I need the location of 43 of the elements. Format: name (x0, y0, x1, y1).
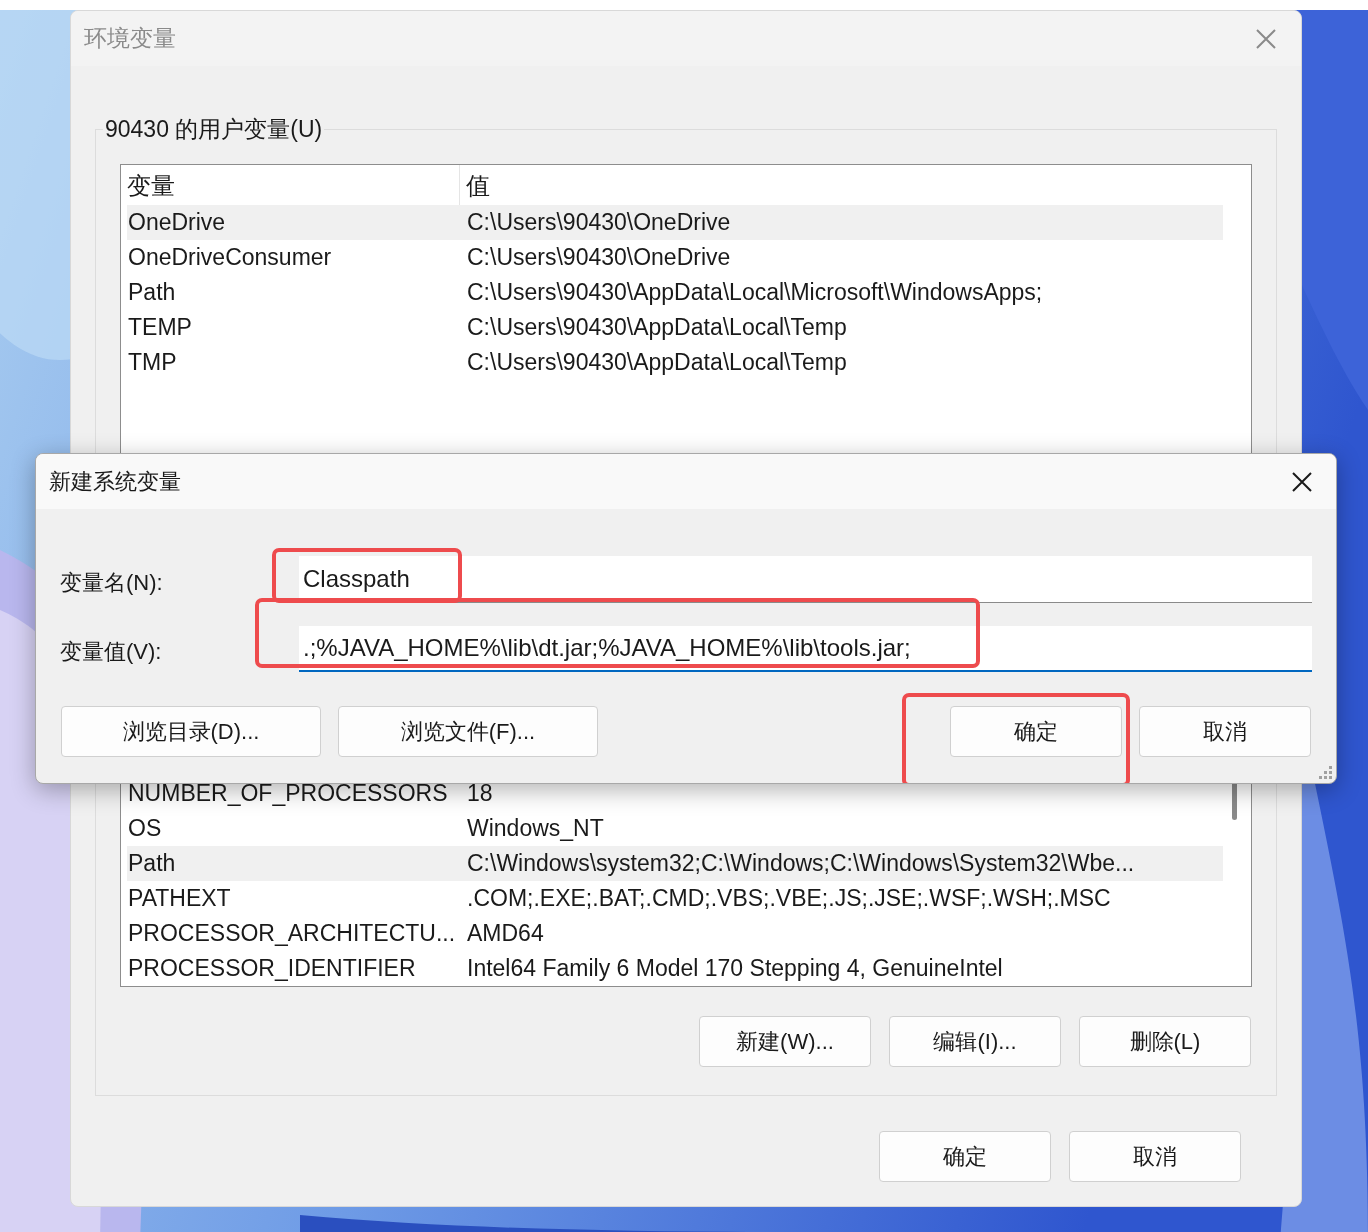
variable-name: Path (127, 849, 177, 878)
dialog-title: 新建系统变量 (49, 467, 181, 496)
variable-value: C:\Users\90430\AppData\Local\Temp (466, 313, 847, 342)
variable-name: OS (127, 814, 163, 843)
variable-name: OneDriveConsumer (127, 243, 333, 272)
group-label: 90430 的用户变量(U) (104, 115, 324, 144)
variable-value: C:\Users\90430\OneDrive (466, 208, 731, 237)
variable-value: C:\Windows\system32;C:\Windows;C:\Windows\System32\Wbe... (466, 849, 1135, 878)
variable-value: Intel64 Family 6 Model 170 Stepping 4, GenuineIntel (466, 954, 1003, 983)
column-header[interactable]: 值 (460, 165, 490, 205)
selected-row[interactable]: Path C:\Windows\system32;C:\Windows;C:\Windows\System32\Wbe... (127, 846, 1223, 881)
field-label: 变量值(V): (60, 638, 163, 666)
variable-name: TEMP (127, 313, 193, 342)
dialog-button[interactable]: 取消 (1139, 706, 1311, 757)
variable-name: PROCESSOR_IDENTIFIER (127, 954, 417, 983)
dialog-button[interactable]: 确定 (950, 706, 1122, 757)
dialog-button[interactable]: 确定 (879, 1131, 1051, 1182)
variable-value: C:\Users\90430\AppData\Local\Temp (466, 348, 847, 377)
selected-row[interactable]: OneDrive C:\Users\90430\OneDrive (127, 205, 1223, 240)
resize-grip-icon[interactable] (1317, 764, 1333, 780)
field-label: 变量名(N): (60, 568, 164, 597)
variable-name: OneDrive (127, 208, 227, 237)
variable-value: C:\Users\90430\AppData\Local\Microsoft\WindowsApps; (466, 278, 1043, 307)
variable-value: 18 (466, 779, 493, 808)
variable-value: .COM;.EXE;.BAT;.CMD;.VBS;.VBE;.JS;.JSE;.WSF;.WSH;.MSC (466, 884, 1111, 913)
variable-value: Windows_NT (466, 814, 604, 843)
variable-name: PROCESSOR_ARCHITECTU... (127, 919, 457, 948)
text-field[interactable]: .;%JAVA_HOME%\lib\dt.jar;%JAVA_HOME%\lib\tools.jar; (299, 626, 1312, 672)
dialog-button[interactable]: 浏览目录(D)... (61, 706, 321, 757)
text-field[interactable]: Classpath (299, 556, 1312, 603)
dialog-button[interactable]: 删除(L) (1079, 1016, 1251, 1067)
variable-name: NUMBER_OF_PROCESSORS (127, 779, 449, 808)
variable-name: PATHEXT (127, 884, 232, 913)
window-title: 环境变量 (84, 24, 176, 53)
dialog-button[interactable]: 浏览文件(F)... (338, 706, 598, 757)
variable-value: C:\Users\90430\OneDrive (466, 243, 731, 272)
variable-name: Path (127, 278, 177, 307)
dialog-button[interactable]: 编辑(I)... (889, 1016, 1061, 1067)
variable-value: AMD64 (466, 919, 544, 948)
dialog-button[interactable]: 取消 (1069, 1131, 1241, 1182)
dialog-button[interactable]: 新建(W)... (699, 1016, 871, 1067)
close-icon[interactable] (1291, 470, 1313, 493)
variable-name: TMP (127, 348, 178, 377)
